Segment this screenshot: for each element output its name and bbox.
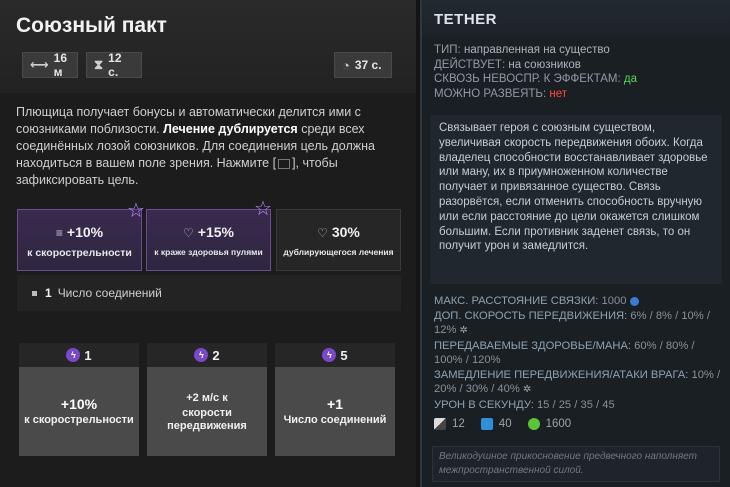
lore-text: Великодушное прикосновение предвечного н… bbox=[432, 446, 720, 482]
bonus-lifesteal[interactable]: ☆ ♡ +15% к краже здоровья пулями bbox=[146, 198, 272, 271]
tooltip-attributes: МАКС. РАССТОЯНИЕ СВЯЗКИ: 1000 ДОП. СКОРО… bbox=[434, 295, 721, 411]
bolt-icon: ϟ bbox=[66, 348, 81, 362]
tooltip-title: TETHER bbox=[434, 11, 497, 28]
bullet-icon bbox=[32, 290, 37, 296]
bonus-fire-rate[interactable]: ☆ ≡ +10% к скорострельности bbox=[17, 200, 145, 271]
mana-icon bbox=[480, 418, 493, 430]
bolt-icon: ϟ bbox=[194, 348, 209, 362]
tooltip-description: Связывает героя с союзным существом, уве… bbox=[430, 115, 722, 284]
ability-panel: Союзный пакт ⟷ 16 м ⧗ 12 с. ◔ 37 с. Плющ… bbox=[0, 0, 416, 487]
mana-gem-icon bbox=[629, 296, 639, 306]
bolt-icon: ϟ bbox=[322, 348, 337, 362]
ability-description: Плющица получает бонусы и автоматически … bbox=[16, 105, 375, 187]
gold-icon bbox=[527, 418, 540, 430]
connections-row: 1 Число соединений bbox=[17, 275, 401, 311]
duration-stat: ⧗ 12 с. bbox=[86, 51, 142, 79]
tooltip-meta: ТИП: направленная на существо ДЕЙСТВУЕТ:… bbox=[434, 44, 638, 100]
range-icon: ⟷ bbox=[30, 57, 49, 72]
tier-5-card[interactable]: ϟ5 +1 Число соединений bbox=[275, 343, 395, 456]
star-icon: ☆ bbox=[127, 200, 145, 222]
key-icon bbox=[278, 158, 291, 169]
cooldown-icon: ◔ bbox=[342, 57, 350, 73]
heart-icon: ♡ bbox=[183, 226, 194, 240]
talent-tree-icon: ✲ bbox=[522, 384, 532, 395]
cooldown-stat: ◔ 37 с. bbox=[334, 52, 392, 78]
tier-1-card[interactable]: ϟ1 +10% к скорострельности bbox=[19, 343, 139, 456]
talent-tree-icon: ✲ bbox=[459, 325, 468, 336]
tooltip-panel: TETHER ТИП: направленная на существо ДЕЙ… bbox=[420, 0, 730, 487]
hourglass-icon: ⧗ bbox=[94, 57, 104, 72]
tier-2-card[interactable]: ϟ2 +2 м/с к скорости передвижения bbox=[147, 343, 267, 456]
cost-row: 12 40 1600 bbox=[434, 418, 587, 430]
ability-title: Союзный пакт bbox=[16, 14, 167, 37]
bonus-heal-dup[interactable]: ♡ 30% дублирующегося лечения bbox=[276, 209, 401, 271]
cooldown-icon bbox=[434, 418, 446, 430]
heart-icon: ♡ bbox=[317, 226, 328, 240]
star-icon: ☆ bbox=[254, 198, 272, 220]
range-stat: ⟷ 16 м bbox=[22, 51, 78, 79]
fire-rate-icon: ≡ bbox=[55, 226, 63, 240]
